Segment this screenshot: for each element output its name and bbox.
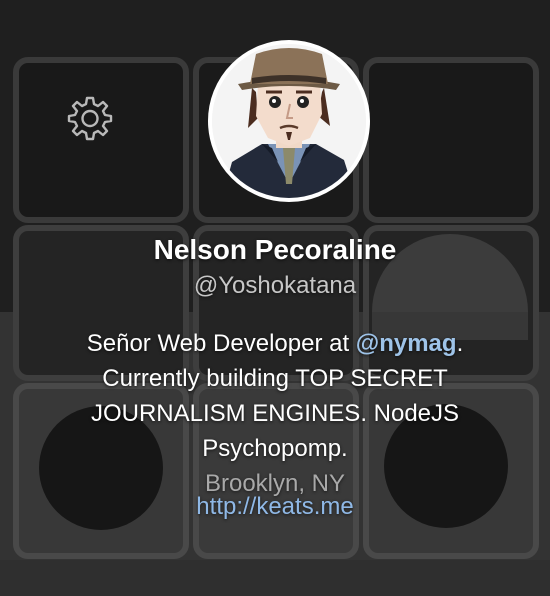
settings-button[interactable] — [66, 94, 114, 142]
profile-url-link[interactable]: http://keats.me — [0, 493, 550, 521]
profile-bio: Señor Web Developer at @nymag. Currently… — [40, 326, 510, 466]
profile-card: Nelson Pecoraline @Yoshokatana Señor Web… — [0, 0, 550, 596]
gear-icon — [67, 96, 113, 141]
bio-mention-link[interactable]: @nymag — [356, 330, 457, 357]
avatar-illustration — [212, 44, 366, 198]
bio-text-prefix: Señor Web Developer at — [86, 330, 356, 357]
avatar[interactable] — [208, 40, 370, 202]
profile-handle[interactable]: @Yoshokatana — [0, 272, 550, 300]
profile-name: Nelson Pecoraline — [153, 234, 397, 265]
